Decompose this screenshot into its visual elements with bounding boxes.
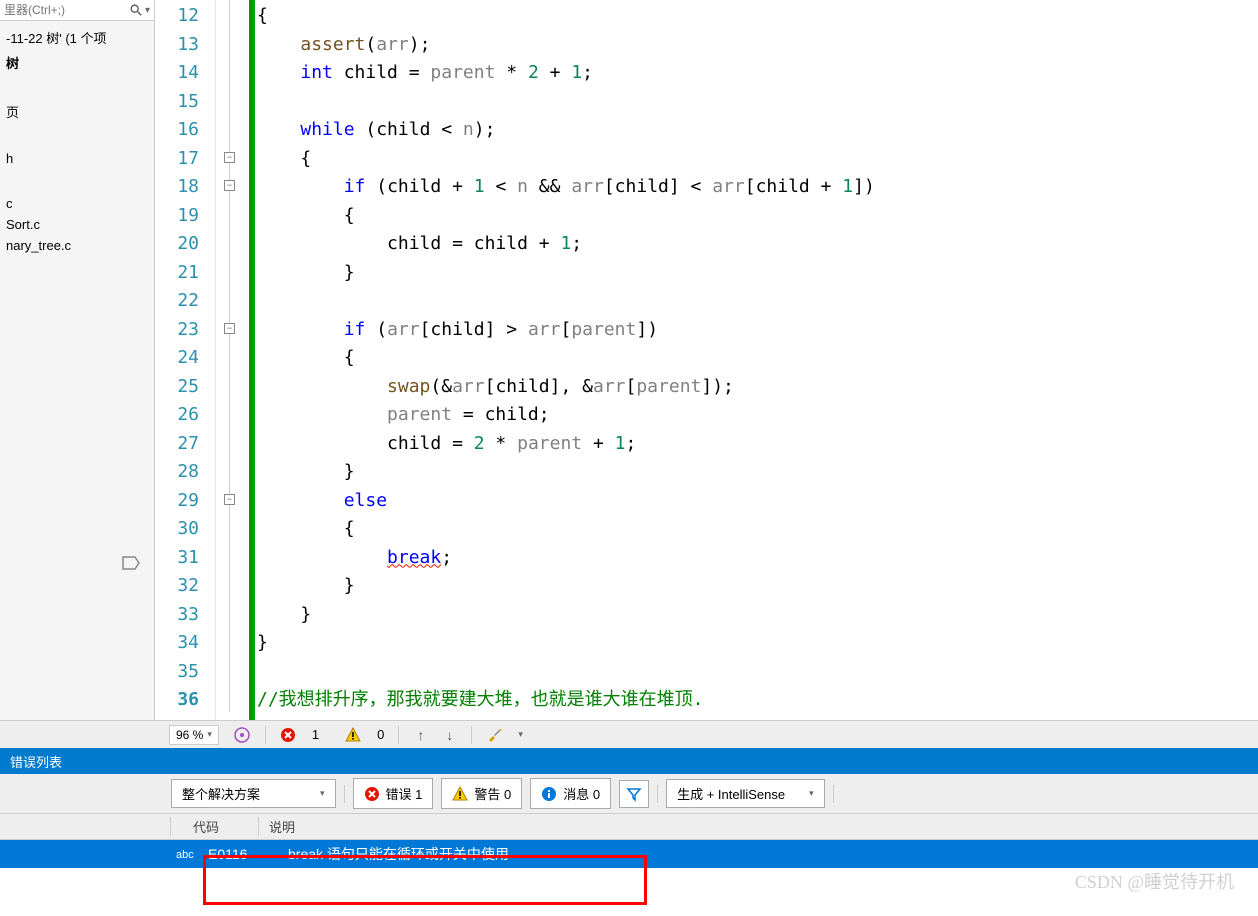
code-editor[interactable]: 1213141516171819202122232425262728293031… <box>155 0 1258 720</box>
line-number-gutter: 1213141516171819202122232425262728293031… <box>155 0 215 720</box>
dropdown-icon: ▾ <box>809 788 814 799</box>
solution-explorer-sidebar: ▾ -11-22 树' (1 个项 树 页 h c Sort.c nary_tr… <box>0 0 155 720</box>
intellisense-icon[interactable] <box>233 726 251 744</box>
file-item[interactable]: c <box>0 193 154 214</box>
scope-dropdown[interactable]: 整个解决方案 ▾ <box>171 779 336 808</box>
errors-filter-button[interactable]: 错误 1 <box>353 778 434 809</box>
error-icon[interactable] <box>280 727 296 743</box>
fold-toggle[interactable]: − <box>224 323 235 334</box>
solution-tree: -11-22 树' (1 个项 树 页 h c Sort.c nary_tree… <box>0 21 154 260</box>
fold-toggle[interactable]: − <box>224 494 235 505</box>
source-dropdown[interactable]: 生成 + IntelliSense ▾ <box>666 779 825 808</box>
warning-icon[interactable] <box>345 727 361 743</box>
search-input[interactable] <box>4 3 127 17</box>
intellisense-error-icon: abc <box>162 847 208 861</box>
tree-item[interactable]: 页 <box>0 99 154 124</box>
error-list-header[interactable]: 错误列表 <box>0 748 1258 774</box>
error-code: E0116 <box>208 846 288 862</box>
build-filter-button[interactable] <box>619 780 649 808</box>
editor-status-bar: 96 % ▾ 1 0 ↑ ↓ ▾ <box>0 720 1258 748</box>
watermark: CSDN @睡觉待开机 <box>1075 868 1234 894</box>
warning-icon <box>452 786 468 802</box>
warning-count: 0 <box>377 727 384 742</box>
zoom-control[interactable]: 96 % ▾ <box>169 725 219 745</box>
error-icon <box>364 786 380 802</box>
error-row[interactable]: abc E0116 break 语句只能在循环或开关中使用 <box>0 840 1258 868</box>
dropdown-icon[interactable]: ▾ <box>207 729 212 740</box>
dropdown-icon[interactable]: ▾ <box>145 5 150 16</box>
messages-filter-button[interactable]: 消息 0 <box>530 778 611 809</box>
error-list-toolbar: 整个解决方案 ▾ 错误 1 警告 0 消息 0 生成 + IntelliSens… <box>0 774 1258 814</box>
change-indicator <box>249 0 255 720</box>
search-icon[interactable] <box>127 3 143 17</box>
svg-text:abc: abc <box>176 849 194 861</box>
warnings-filter-button[interactable]: 警告 0 <box>441 778 522 809</box>
file-item[interactable]: nary_tree.c <box>0 235 154 256</box>
filter-icon <box>626 786 642 802</box>
file-item[interactable]: Sort.c <box>0 214 154 235</box>
brush-icon[interactable] <box>486 726 504 744</box>
info-icon <box>541 786 557 802</box>
dropdown-icon: ▾ <box>320 788 325 799</box>
tree-item[interactable]: h <box>0 148 154 169</box>
error-count: 1 <box>312 727 319 742</box>
fold-toggle[interactable]: − <box>224 152 235 163</box>
error-grid-header: 代码 说明 <box>0 814 1258 840</box>
project-node[interactable]: 树 <box>0 50 154 75</box>
code-area[interactable]: { assert(arr); int child = parent * 2 + … <box>257 0 1258 720</box>
search-box[interactable]: ▾ <box>0 0 154 21</box>
error-description: break 语句只能在循环或开关中使用 <box>288 844 509 864</box>
bookmark-icon[interactable] <box>121 555 141 571</box>
dropdown-icon[interactable]: ▾ <box>518 729 523 740</box>
nav-down-button[interactable]: ↓ <box>442 727 457 743</box>
fold-gutter[interactable]: − − − − <box>215 0 249 720</box>
fold-toggle[interactable]: − <box>224 180 235 191</box>
solution-node[interactable]: -11-22 树' (1 个项 <box>0 25 154 50</box>
nav-up-button[interactable]: ↑ <box>413 727 428 743</box>
column-header-code[interactable]: 代码 <box>170 817 258 836</box>
column-header-desc[interactable]: 说明 <box>258 817 295 836</box>
